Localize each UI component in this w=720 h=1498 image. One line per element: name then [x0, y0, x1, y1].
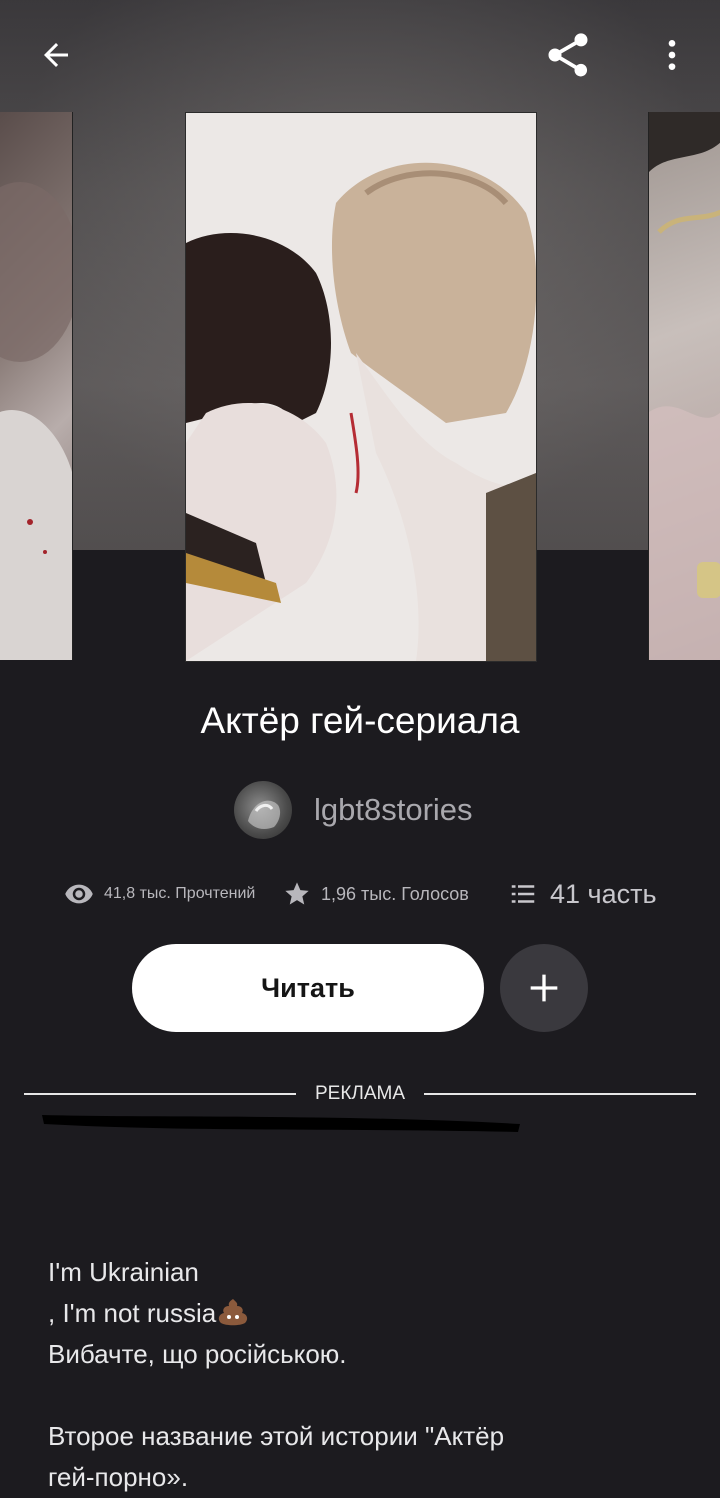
poop-emoji-icon	[219, 1299, 248, 1326]
description-line-4: гей-порно».	[48, 1462, 189, 1492]
votes-stat: 1,96 тыс. Голосов	[283, 872, 469, 916]
avatar[interactable]	[234, 781, 292, 839]
add-to-library-button[interactable]	[500, 944, 588, 1032]
votes-count: 1,96 тыс. Голосов	[321, 883, 469, 904]
share-icon	[548, 33, 588, 77]
ad-divider-left	[24, 1093, 296, 1095]
eye-icon	[65, 884, 93, 904]
more-options-button[interactable]	[644, 27, 700, 83]
star-icon	[285, 882, 309, 905]
description-text-not-russia: , I'm not russia	[48, 1298, 217, 1328]
share-button[interactable]	[540, 27, 596, 83]
parts-count[interactable]: 41 часть	[550, 879, 657, 910]
cover-image-current[interactable]	[185, 112, 537, 662]
plus-icon	[530, 974, 558, 1002]
author-name[interactable]: lgbt8stories	[314, 792, 473, 828]
story-stats: 41,8 тыс. Прочтений 1,96 тыс. Голосов 41…	[0, 872, 720, 920]
more-vertical-icon	[668, 40, 676, 70]
description-line-1: I'm Ukrainian	[48, 1252, 688, 1293]
cover-next[interactable]	[648, 112, 720, 660]
back-button[interactable]	[28, 27, 84, 83]
arrow-left-icon	[44, 43, 68, 67]
ad-label: РЕКЛАМА	[314, 1083, 406, 1104]
top-app-bar	[0, 0, 720, 110]
description-line-2: Вибачте, що російською.	[48, 1339, 347, 1369]
ad-redaction-mark	[42, 1115, 520, 1132]
read-button[interactable]: Читать	[132, 944, 484, 1032]
reads-count: 41,8 тыс. Прочтений	[104, 885, 256, 902]
description-text-ukrainian: I'm Ukrainian	[48, 1257, 199, 1287]
author-link[interactable]: lgbt8stories	[234, 780, 473, 840]
cover-previous[interactable]	[0, 112, 73, 660]
story-title: Актёр гей-сериала	[200, 700, 520, 741]
list-icon	[511, 885, 535, 903]
reads-stat: 41,8 тыс. Прочтений	[64, 872, 255, 916]
story-description: I'm Ukrainian , I'm not russia Вибачте, щ…	[48, 1252, 688, 1498]
ukraine-flag-icon	[200, 1260, 234, 1284]
description-line-3: Второе название этой истории "Актёр	[48, 1421, 505, 1451]
parts-stat[interactable]: 41 часть	[508, 872, 657, 916]
ad-divider-right	[424, 1093, 696, 1095]
